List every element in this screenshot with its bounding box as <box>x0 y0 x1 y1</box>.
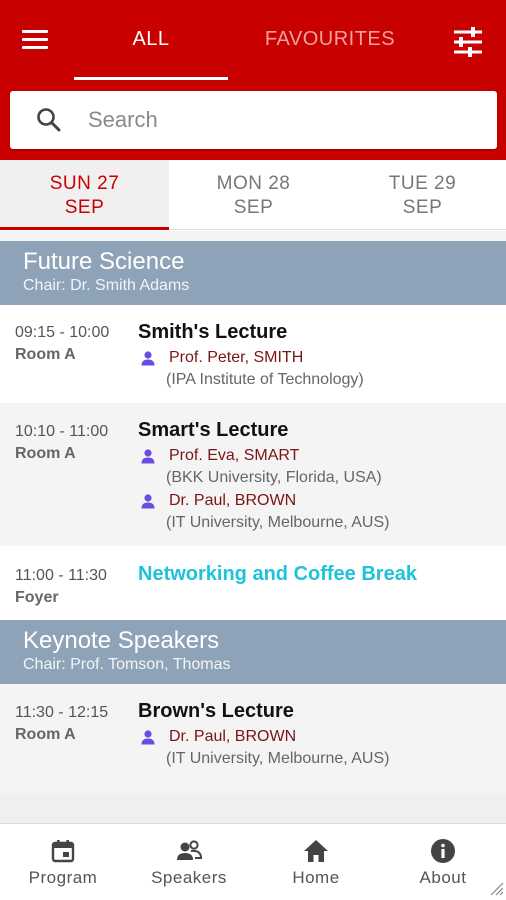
item-title: Smart's Lecture <box>138 419 289 441</box>
item-title: Networking and Coffee Break <box>138 563 417 585</box>
item-time: 11:00 - 11:30 <box>15 567 107 584</box>
program-item[interactable]: 10:10 - 11:00 Room A Smart's Lecture Pro… <box>0 403 506 546</box>
day-label: SUN 27 <box>49 173 120 194</box>
day-label: TUE 29 <box>388 173 457 194</box>
session-header: Future Science Chair: Dr. Smith Adams <box>0 241 506 305</box>
session-chair: Chair: Dr. Smith Adams <box>23 277 190 294</box>
menu-button[interactable] <box>22 26 58 58</box>
item-room: Room A <box>15 726 76 743</box>
item-time: 09:15 - 10:00 <box>15 324 110 341</box>
nav-label: Speakers <box>151 868 227 887</box>
home-icon <box>304 840 328 862</box>
search-icon <box>37 108 61 132</box>
resize-grip-icon[interactable] <box>488 880 504 896</box>
month-label: SEP <box>402 197 443 218</box>
person-icon <box>141 494 155 509</box>
hamburger-menu-icon <box>22 30 58 49</box>
speaker-affiliation: (IT University, Melbourne, AUS) <box>166 750 390 767</box>
session-title: Keynote Speakers <box>23 627 220 654</box>
program-list: Future Science Chair: Dr. Smith Adams 09… <box>0 231 506 823</box>
session-chair: Chair: Prof. Tomson, Thomas <box>23 656 231 673</box>
info-icon <box>431 839 455 863</box>
nav-label: Program <box>28 868 98 887</box>
filter-button[interactable] <box>448 22 488 62</box>
active-tab-indicator <box>74 77 228 80</box>
speaker-affiliation: (IT University, Melbourne, AUS) <box>166 514 390 531</box>
speaker-affiliation: (BKK University, Florida, USA) <box>166 469 382 486</box>
day-tab-sun-27[interactable]: SUN 27 SEP <box>0 160 169 230</box>
item-room: Foyer <box>15 589 59 606</box>
sliders-filter-icon <box>454 27 482 57</box>
app-bar: ALL FAVOURITES <box>0 0 506 160</box>
day-tab-mon-28[interactable]: MON 28 SEP <box>169 160 338 230</box>
day-tab-tue-29[interactable]: TUE 29 SEP <box>338 160 506 230</box>
list-spacer <box>0 793 506 823</box>
speaker-name: Dr. Paul, BROWN <box>169 728 297 745</box>
tab-favourites[interactable]: FAVOURITES <box>250 28 410 51</box>
bottom-navigation: Program Speakers Home About <box>0 823 506 900</box>
speaker-name: Prof. Peter, SMITH <box>169 349 304 366</box>
speaker-name: Prof. Eva, SMART <box>169 447 300 464</box>
item-room: Room A <box>15 346 76 363</box>
person-icon <box>141 730 155 745</box>
program-item-break[interactable]: 11:00 - 11:30 Foyer Networking and Coffe… <box>0 546 506 620</box>
search-input[interactable] <box>88 103 468 137</box>
month-label: SEP <box>64 197 105 218</box>
month-label: SEP <box>233 197 274 218</box>
nav-home[interactable]: Home <box>253 824 379 900</box>
program-item[interactable]: 09:15 - 10:00 Room A Smith's Lecture Pro… <box>0 305 506 403</box>
speaker-affiliation: (IPA Institute of Technology) <box>166 371 364 388</box>
nav-speakers[interactable]: Speakers <box>126 824 252 900</box>
nav-label: Home <box>292 868 340 887</box>
nav-program[interactable]: Program <box>0 824 126 900</box>
speakers-icon <box>177 840 202 860</box>
session-title: Future Science <box>23 248 185 275</box>
search-bar <box>10 91 497 149</box>
speaker-name: Dr. Paul, BROWN <box>169 492 297 509</box>
item-title: Smith's Lecture <box>138 321 288 343</box>
person-icon <box>141 449 155 464</box>
session-header: Keynote Speakers Chair: Prof. Tomson, Th… <box>0 620 506 684</box>
item-time: 11:30 - 12:15 <box>15 704 109 721</box>
item-time: 10:10 - 11:00 <box>15 423 109 440</box>
calendar-icon <box>51 840 75 863</box>
item-title: Brown's Lecture <box>138 700 294 722</box>
day-label: MON 28 <box>216 173 291 194</box>
person-icon <box>141 351 155 366</box>
item-room: Room A <box>15 445 76 462</box>
day-selector: SUN 27 SEP MON 28 SEP TUE 29 SEP <box>0 160 506 230</box>
tab-all[interactable]: ALL <box>74 28 228 51</box>
program-item[interactable]: 11:30 - 12:15 Room A Brown's Lecture Dr.… <box>0 684 506 782</box>
